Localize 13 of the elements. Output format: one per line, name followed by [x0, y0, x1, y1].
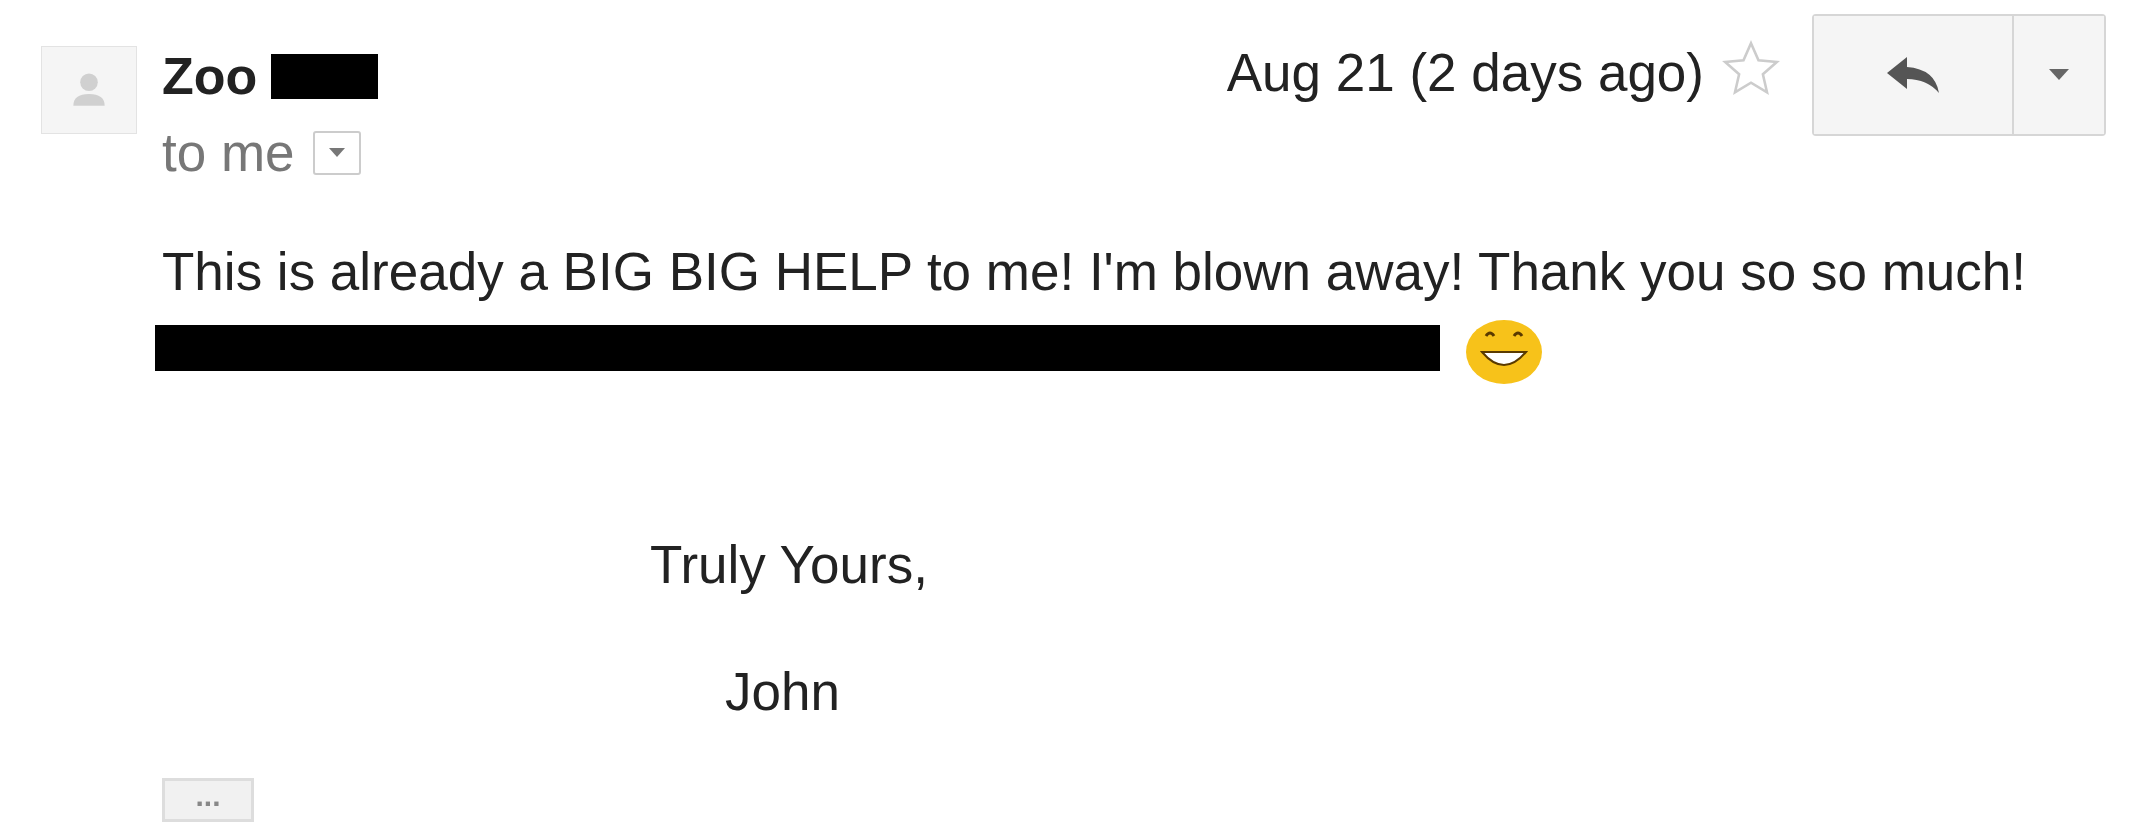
message-date: Aug 21 (2 days ago) [1226, 42, 1704, 103]
details-dropdown[interactable] [312, 130, 361, 175]
caret-icon [328, 147, 345, 158]
caret-icon [2049, 69, 2069, 81]
signature-text: John [725, 661, 841, 722]
avatar-icon [41, 46, 137, 134]
reply-icon [1887, 57, 1939, 93]
message-text: This is already a BIG BIG HELP to me! I'm blown away! Thank you so so much! [162, 241, 2027, 302]
recipient-label: to me [162, 122, 295, 183]
show-trimmed-button[interactable]: ... [162, 778, 254, 822]
reply-button[interactable] [1814, 16, 2014, 134]
sender-name: Zoo [162, 46, 258, 106]
closing-text: Truly Yours, [650, 534, 929, 595]
